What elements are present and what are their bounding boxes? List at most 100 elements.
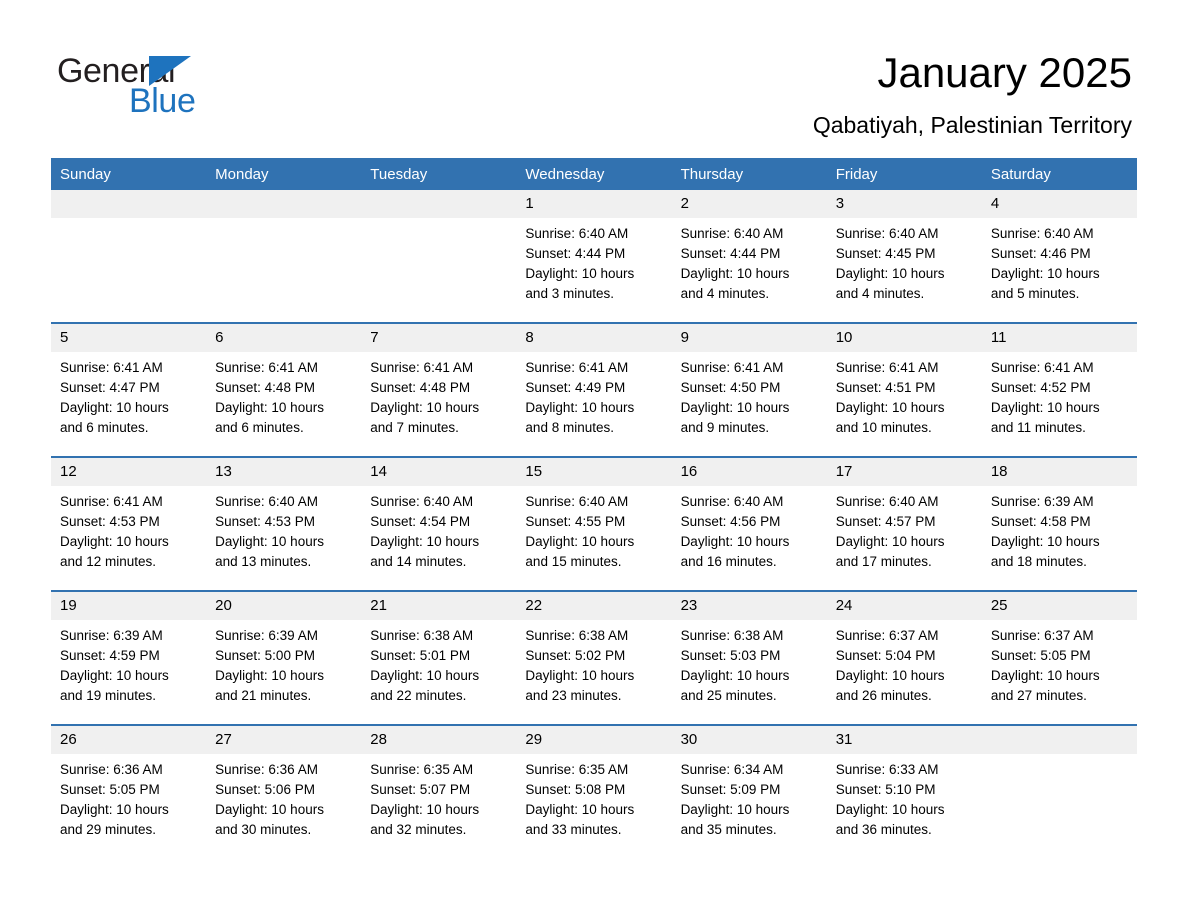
sunrise-text: Sunrise: 6:37 AM: [835, 628, 939, 643]
daylight-text-cont: and 7 minutes.: [370, 420, 459, 435]
sunset-text: Sunset: 4:49 PM: [525, 380, 626, 395]
sunset-text: Sunset: 4:45 PM: [835, 246, 936, 261]
day-details: [206, 218, 361, 224]
day-details: Sunrise: 6:41 AM Sunset: 4:50 PM Daylight:…: [672, 352, 827, 438]
daylight-text: Daylight: 10 hours: [835, 266, 945, 281]
day-number: 22: [516, 592, 672, 620]
sunrise-text: Sunrise: 6:40 AM: [525, 226, 629, 241]
calendar-day-cell[interactable]: 21 Sunrise: 6:38 AM Sunset: 5:01 PM Dayligh…: [361, 590, 517, 725]
sunset-text: Sunset: 4:44 PM: [525, 246, 626, 261]
calendar-day-cell-empty: [206, 190, 362, 323]
daylight-text-cont: and 9 minutes.: [680, 420, 770, 435]
day-number: 13: [206, 458, 362, 486]
weekday-header-wednesday: Wednesday: [516, 158, 672, 190]
calendar-day-cell[interactable]: 23 Sunrise: 6:38 AM Sunset: 5:03 PM Dayligh…: [671, 590, 827, 725]
calendar-day-cell[interactable]: 26 Sunrise: 6:36 AM Sunset: 5:05 PM Dayligh…: [51, 724, 207, 858]
sunset-text: Sunset: 5:05 PM: [990, 648, 1091, 663]
day-details: Sunrise: 6:39 AM Sunset: 5:00 PM Daylight:…: [206, 620, 361, 706]
calendar-day-cell[interactable]: 5 Sunrise: 6:41 AM Sunset: 4:47 PM Daylight…: [51, 322, 207, 457]
calendar-day-cell[interactable]: 9 Sunrise: 6:41 AM Sunset: 4:50 PM Daylight…: [671, 322, 827, 457]
day-details: Sunrise: 6:41 AM Sunset: 4:47 PM Daylight:…: [51, 352, 206, 438]
calendar-day-cell[interactable]: 1 Sunrise: 6:40 AM Sunset: 4:44 PM Daylight…: [516, 190, 672, 323]
sunrise-text: Sunrise: 6:36 AM: [215, 762, 318, 777]
calendar-day-cell[interactable]: 4 Sunrise: 6:40 AM Sunset: 4:46 PM Daylight…: [981, 190, 1137, 323]
sunrise-text: Sunrise: 6:33 AM: [835, 762, 939, 777]
calendar-day-cell[interactable]: 3 Sunrise: 6:40 AM Sunset: 4:45 PM Daylight…: [826, 190, 982, 323]
daylight-text: Daylight: 10 hours: [990, 400, 1100, 415]
calendar-day-cell[interactable]: 14 Sunrise: 6:40 AM Sunset: 4:54 PM Dayligh…: [361, 456, 517, 591]
daylight-text: Daylight: 10 hours: [215, 802, 324, 817]
calendar-day-cell[interactable]: 27 Sunrise: 6:36 AM Sunset: 5:06 PM Dayligh…: [206, 724, 362, 858]
day-details: [361, 218, 516, 224]
daylight-text: Daylight: 10 hours: [370, 668, 480, 683]
sunset-text: Sunset: 4:46 PM: [990, 246, 1091, 261]
day-number: 4: [981, 190, 1137, 218]
generalblue-logo[interactable]: General Blue: [57, 52, 357, 122]
calendar-day-cell[interactable]: 30 Sunrise: 6:34 AM Sunset: 5:09 PM Dayligh…: [671, 724, 827, 858]
calendar-week-row: 1 Sunrise: 6:40 AM Sunset: 4:44 PM Daylight…: [51, 190, 1137, 323]
day-number: 3: [826, 190, 982, 218]
calendar-day-cell[interactable]: 8 Sunrise: 6:41 AM Sunset: 4:49 PM Daylight…: [516, 322, 672, 457]
weekday-header-row: Sunday Monday Tuesday Wednesday Thursday…: [51, 158, 1137, 190]
daylight-text: Daylight: 10 hours: [835, 802, 945, 817]
day-details: Sunrise: 6:40 AM Sunset: 4:53 PM Daylight:…: [206, 486, 361, 572]
daylight-text: Daylight: 10 hours: [60, 802, 169, 817]
calendar-day-cell[interactable]: 16 Sunrise: 6:40 AM Sunset: 4:56 PM Dayligh…: [671, 456, 827, 591]
daylight-text-cont: and 12 minutes.: [60, 554, 157, 569]
day-number: 29: [516, 726, 672, 754]
calendar-day-cell[interactable]: 6 Sunrise: 6:41 AM Sunset: 4:48 PM Daylight…: [206, 322, 362, 457]
day-details: Sunrise: 6:41 AM Sunset: 4:51 PM Daylight:…: [827, 352, 982, 438]
day-number: 1: [516, 190, 672, 218]
calendar-day-cell[interactable]: 20 Sunrise: 6:39 AM Sunset: 5:00 PM Dayligh…: [206, 590, 362, 725]
calendar-week-row: 12 Sunrise: 6:41 AM Sunset: 4:53 PM Dayligh…: [51, 456, 1137, 591]
calendar-day-cell-empty: [981, 724, 1137, 858]
daylight-text-cont: and 25 minutes.: [680, 688, 777, 703]
location-subtitle: Qabatiyah, Palestinian Territory: [812, 112, 1132, 138]
day-number: 7: [361, 324, 517, 352]
daylight-text-cont: and 5 minutes.: [990, 286, 1080, 301]
calendar-day-cell[interactable]: 31 Sunrise: 6:33 AM Sunset: 5:10 PM Dayligh…: [826, 724, 982, 858]
calendar-day-cell[interactable]: 22 Sunrise: 6:38 AM Sunset: 5:02 PM Dayligh…: [516, 590, 672, 725]
daylight-text: Daylight: 10 hours: [680, 266, 790, 281]
sunrise-text: Sunrise: 6:39 AM: [60, 628, 163, 643]
calendar-day-cell[interactable]: 29 Sunrise: 6:35 AM Sunset: 5:08 PM Dayligh…: [516, 724, 672, 858]
day-details: Sunrise: 6:40 AM Sunset: 4:55 PM Daylight:…: [516, 486, 671, 572]
sunrise-text: Sunrise: 6:41 AM: [990, 360, 1094, 375]
day-details: Sunrise: 6:41 AM Sunset: 4:49 PM Daylight:…: [516, 352, 671, 438]
day-number: 18: [981, 458, 1137, 486]
daylight-text: Daylight: 10 hours: [990, 534, 1100, 549]
calendar-day-cell[interactable]: 28 Sunrise: 6:35 AM Sunset: 5:07 PM Dayligh…: [361, 724, 517, 858]
day-number: 12: [51, 458, 207, 486]
sunrise-text: Sunrise: 6:41 AM: [60, 494, 163, 509]
sunrise-text: Sunrise: 6:41 AM: [680, 360, 784, 375]
sunrise-text: Sunrise: 6:41 AM: [525, 360, 629, 375]
sunset-text: Sunset: 4:44 PM: [680, 246, 781, 261]
calendar-day-cell[interactable]: 24 Sunrise: 6:37 AM Sunset: 5:04 PM Dayligh…: [826, 590, 982, 725]
calendar-day-cell[interactable]: 10 Sunrise: 6:41 AM Sunset: 4:51 PM Dayligh…: [826, 322, 982, 457]
day-number: 24: [826, 592, 982, 620]
daylight-text-cont: and 36 minutes.: [835, 822, 932, 837]
day-number: 21: [361, 592, 517, 620]
daylight-text-cont: and 19 minutes.: [60, 688, 157, 703]
day-number: 30: [671, 726, 827, 754]
day-number: [981, 726, 1137, 754]
sunset-text: Sunset: 4:50 PM: [680, 380, 781, 395]
calendar-day-cell[interactable]: 15 Sunrise: 6:40 AM Sunset: 4:55 PM Dayligh…: [516, 456, 672, 591]
calendar-day-cell[interactable]: 7 Sunrise: 6:41 AM Sunset: 4:48 PM Daylight…: [361, 322, 517, 457]
sunrise-text: Sunrise: 6:41 AM: [215, 360, 318, 375]
calendar-day-cell[interactable]: 18 Sunrise: 6:39 AM Sunset: 4:58 PM Dayligh…: [981, 456, 1137, 591]
calendar-week-row: 19 Sunrise: 6:39 AM Sunset: 4:59 PM Dayligh…: [51, 590, 1137, 725]
weekday-header-sunday: Sunday: [51, 158, 207, 190]
sunset-text: Sunset: 4:52 PM: [990, 380, 1091, 395]
day-details: Sunrise: 6:39 AM Sunset: 4:58 PM Daylight:…: [982, 486, 1137, 572]
calendar-day-cell[interactable]: 25 Sunrise: 6:37 AM Sunset: 5:05 PM Dayligh…: [981, 590, 1137, 725]
calendar-day-cell[interactable]: 17 Sunrise: 6:40 AM Sunset: 4:57 PM Dayligh…: [826, 456, 982, 591]
calendar-day-cell[interactable]: 19 Sunrise: 6:39 AM Sunset: 4:59 PM Dayligh…: [51, 590, 207, 725]
day-number: 10: [826, 324, 982, 352]
calendar-day-cell[interactable]: 2 Sunrise: 6:40 AM Sunset: 4:44 PM Daylight…: [671, 190, 827, 323]
calendar-day-cell[interactable]: 12 Sunrise: 6:41 AM Sunset: 4:53 PM Dayligh…: [51, 456, 207, 591]
calendar-day-cell[interactable]: 13 Sunrise: 6:40 AM Sunset: 4:53 PM Dayligh…: [206, 456, 362, 591]
sunrise-text: Sunrise: 6:40 AM: [835, 226, 939, 241]
day-number: 16: [671, 458, 827, 486]
calendar-day-cell[interactable]: 11 Sunrise: 6:41 AM Sunset: 4:52 PM Dayligh…: [981, 322, 1137, 457]
